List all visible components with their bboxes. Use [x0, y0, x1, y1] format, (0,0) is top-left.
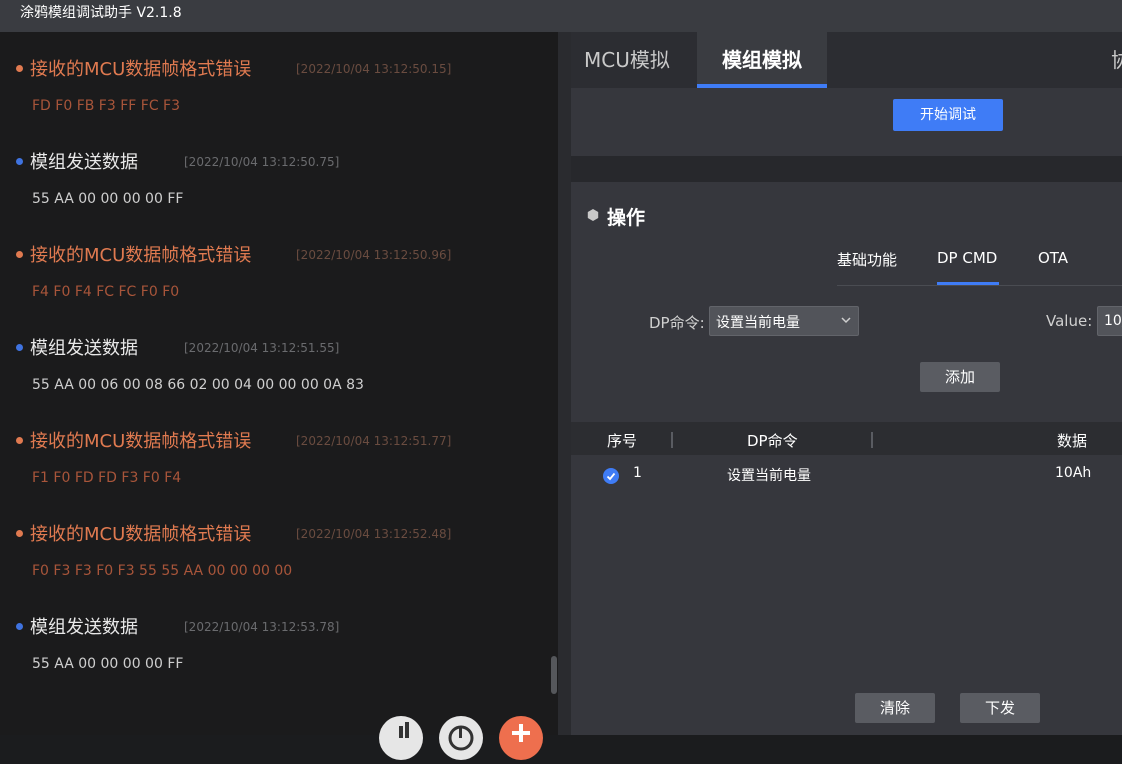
log-panel[interactable]: 接收的MCU数据帧格式错误 [2022/10/04 13:12:50.15] F… [0, 32, 558, 735]
row-data: 10Ah [1055, 465, 1092, 481]
send-dot-icon [16, 344, 23, 351]
column-separator [671, 432, 673, 448]
chart-button[interactable] [379, 716, 423, 760]
error-dot-icon [16, 65, 23, 72]
mode-tabs: MCU模拟 模组模拟 协 [571, 32, 1122, 88]
send-dot-icon [16, 158, 23, 165]
subtab-dp-cmd[interactable]: DP CMD [937, 249, 997, 267]
log-scrollbar-thumb[interactable] [551, 656, 557, 694]
log-title: 模组发送数据 [30, 617, 138, 638]
column-header-dp-command: DP命令 [747, 432, 798, 450]
dp-command-value: 设置当前电量 [716, 315, 800, 331]
chart-icon [399, 722, 409, 738]
debug-control-card: 开始调试 [571, 88, 1122, 156]
row-index: 1 [633, 465, 642, 481]
log-timestamp: [2022/10/04 13:12:50.75] [184, 155, 340, 169]
check-circle-icon[interactable] [603, 468, 619, 484]
tab-protocol[interactable]: 协 [1111, 32, 1122, 88]
send-button[interactable]: 下发 [960, 693, 1040, 723]
log-hex: 55 AA 00 00 00 00 FF [32, 656, 184, 672]
dp-command-label: DP命令: [649, 314, 705, 332]
log-title: 接收的MCU数据帧格式错误 [30, 431, 252, 452]
hexagon-icon [587, 209, 599, 221]
history-icon [448, 725, 474, 751]
log-timestamp: [2022/10/04 13:12:51.77] [296, 434, 452, 448]
send-dot-icon [16, 623, 23, 630]
value-input-text: 10/ [1104, 313, 1122, 329]
simulation-panel: MCU模拟 模组模拟 协 开始调试 操作 基础功能 DP CMD OTA DP命… [571, 32, 1122, 735]
error-dot-icon [16, 530, 23, 537]
log-title: 接收的MCU数据帧格式错误 [30, 59, 252, 80]
value-label: Value: [1046, 312, 1093, 330]
clear-button[interactable]: 清除 [855, 693, 935, 723]
log-title: 接收的MCU数据帧格式错误 [30, 524, 252, 545]
log-timestamp: [2022/10/04 13:12:50.15] [296, 62, 452, 76]
active-subtab-indicator [937, 282, 999, 285]
column-header-data: 数据 [1057, 432, 1088, 450]
add-button[interactable] [499, 716, 543, 760]
log-hex: 55 AA 00 06 00 08 66 02 00 04 00 00 00 0… [32, 377, 364, 393]
log-timestamp: [2022/10/04 13:12:53.78] [184, 620, 340, 634]
error-dot-icon [16, 251, 23, 258]
dp-command-select[interactable]: 设置当前电量 [709, 306, 859, 336]
panel-divider[interactable] [558, 32, 571, 735]
log-hex: F0 F3 F3 F0 F3 55 55 AA 00 00 00 00 [32, 563, 293, 579]
log-timestamp: [2022/10/04 13:12:52.48] [296, 527, 452, 541]
plus-icon [512, 724, 530, 742]
title-bar: 涂鸦模组调试助手 V2.1.8 [0, 0, 1122, 32]
value-input[interactable]: 10/ [1097, 306, 1122, 336]
log-scrollbar[interactable] [548, 32, 558, 735]
row-command: 设置当前电量 [727, 468, 811, 484]
tab-mcu-sim[interactable]: MCU模拟 [584, 32, 670, 88]
tab-module-sim[interactable]: 模组模拟 [697, 32, 827, 88]
error-dot-icon [16, 437, 23, 444]
command-table-header: 序号 DP命令 数据 [571, 422, 1122, 455]
add-command-button[interactable]: 添加 [920, 362, 1000, 392]
log-hex: F4 F0 F4 FC FC F0 F0 [32, 284, 180, 300]
log-hex: FD F0 FB F3 FF FC F3 [32, 98, 181, 114]
start-debug-button[interactable]: 开始调试 [893, 99, 1003, 131]
log-timestamp: [2022/10/04 13:12:51.55] [184, 341, 340, 355]
log-timestamp: [2022/10/04 13:12:50.96] [296, 248, 452, 262]
log-title: 模组发送数据 [30, 338, 138, 359]
log-hex: 55 AA 00 00 00 00 FF [32, 191, 184, 207]
log-title: 接收的MCU数据帧格式错误 [30, 245, 252, 266]
app-title: 涂鸦模组调试助手 V2.1.8 [20, 5, 182, 21]
log-title: 模组发送数据 [30, 152, 138, 173]
history-button[interactable] [439, 716, 483, 760]
column-separator [871, 432, 873, 448]
section-title: 操作 [607, 207, 646, 229]
operations-card: 操作 基础功能 DP CMD OTA DP命令: 设置当前电量 Value: 1… [571, 182, 1122, 735]
log-hex: F1 F0 FD FD F3 F0 F4 [32, 470, 182, 486]
chevron-down-icon [841, 317, 851, 324]
column-header-index: 序号 [607, 432, 638, 450]
subtab-ota[interactable]: OTA [1038, 249, 1068, 267]
subtab-divider [837, 285, 1122, 286]
subtab-basic[interactable]: 基础功能 [837, 249, 897, 270]
